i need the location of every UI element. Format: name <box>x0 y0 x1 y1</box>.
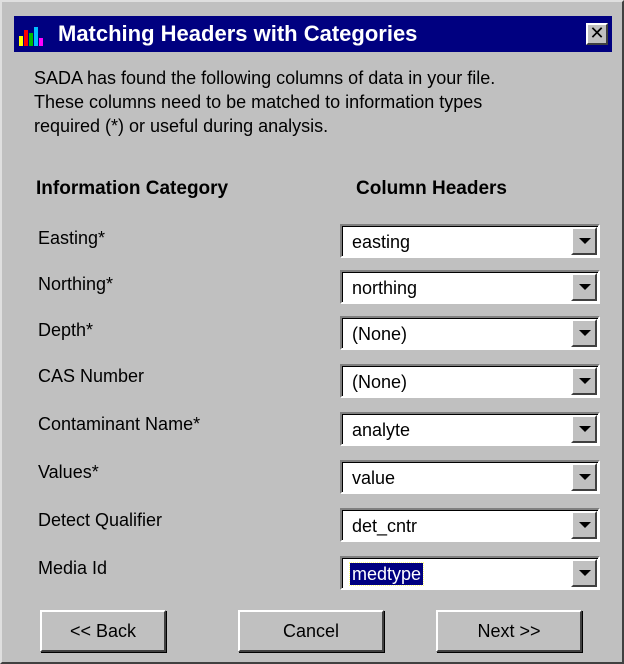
column-select-value: (None) <box>352 324 408 344</box>
close-icon: ✕ <box>589 23 605 43</box>
column-headers-heading: Column Headers <box>356 178 507 199</box>
column-select-value: det_cntr <box>352 516 418 536</box>
cancel-button[interactable]: Cancel <box>238 610 384 652</box>
next-button[interactable]: Next >> <box>436 610 582 652</box>
intro-line: These columns need to be matched to info… <box>34 92 483 112</box>
window-title: Matching Headers with Categories <box>58 21 418 46</box>
dropdown-arrow-icon[interactable] <box>571 367 597 395</box>
column-select-value: northing <box>352 278 418 298</box>
column-select-value: (None) <box>352 372 408 392</box>
dropdown-arrow-icon[interactable] <box>571 227 597 255</box>
category-label-contaminant-name: Contaminant Name* <box>38 414 201 434</box>
category-label-northing: Northing* <box>38 274 114 294</box>
column-select-cas-number[interactable]: (None) <box>340 364 600 398</box>
bar-chart-app-icon <box>19 27 43 46</box>
column-select-contaminant-name[interactable]: analyte <box>340 412 600 446</box>
category-label-values: Values* <box>38 462 99 482</box>
column-select-media-id[interactable]: medtype <box>340 556 600 590</box>
dropdown-arrow-icon[interactable] <box>571 463 597 491</box>
dropdown-arrow-icon[interactable] <box>571 319 597 347</box>
category-label-cas-number: CAS Number <box>38 366 145 386</box>
back-button[interactable]: << Back <box>40 610 166 652</box>
dialog-window: Matching Headers with Categories ✕ SADA … <box>0 0 624 664</box>
title-bar[interactable]: Matching Headers with Categories ✕ <box>14 16 612 52</box>
category-label-depth: Depth* <box>38 320 94 340</box>
intro-line: required (*) or useful during analysis. <box>34 116 329 136</box>
intro-text: SADA has found the following columns of … <box>34 66 604 138</box>
column-select-values[interactable]: value <box>340 460 600 494</box>
column-select-easting[interactable]: easting <box>340 224 600 258</box>
column-select-value: medtype <box>348 562 425 586</box>
dropdown-arrow-icon[interactable] <box>571 511 597 539</box>
column-select-depth[interactable]: (None) <box>340 316 600 350</box>
information-category-heading: Information Category <box>36 178 229 199</box>
category-label-easting: Easting* <box>38 228 106 248</box>
dropdown-arrow-icon[interactable] <box>571 273 597 301</box>
intro-line: SADA has found the following columns of … <box>34 68 496 88</box>
column-select-value: value <box>352 468 396 488</box>
column-select-value: analyte <box>352 420 411 440</box>
dropdown-arrow-icon[interactable] <box>571 415 597 443</box>
column-select-northing[interactable]: northing <box>340 270 600 304</box>
column-select-value: easting <box>352 232 411 252</box>
close-button[interactable]: ✕ <box>586 23 608 45</box>
column-select-detect-qualifier[interactable]: det_cntr <box>340 508 600 542</box>
dropdown-arrow-icon[interactable] <box>571 559 597 587</box>
category-label-detect-qualifier: Detect Qualifier <box>38 510 163 530</box>
category-label-media-id: Media Id <box>38 558 108 578</box>
